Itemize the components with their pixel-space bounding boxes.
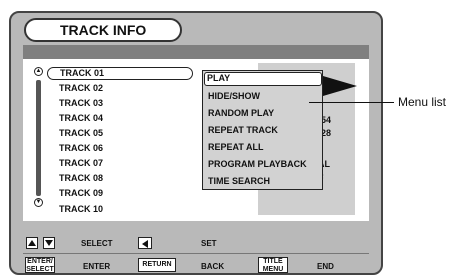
footer-controls: SELECT SET ENTER/ SELECT ENTER RETURN BA… [23,234,369,274]
menu-item-program-playback[interactable]: PROGRAM PLAYBACK [206,157,307,171]
menu-item-random-play[interactable]: RANDOM PLAY [206,106,274,120]
menu-item-hide-show[interactable]: HIDE/SHOW [206,89,260,103]
list-item[interactable]: TRACK 01 [47,67,193,80]
list-item[interactable]: TRACK 09 [47,187,103,200]
list-item[interactable]: TRACK 10 [47,203,103,216]
set-label: SET [201,239,217,248]
scroll-up-icon[interactable]: ▲ [34,67,43,76]
down-key[interactable] [43,237,55,249]
list-item[interactable]: TRACK 04 [47,112,103,125]
footer-divider [23,253,369,254]
callout-label: Menu list [398,95,447,109]
menu-list-popup: PLAY HIDE/SHOW RANDOM PLAY REPEAT TRACK … [202,70,323,190]
scroll-down-icon[interactable]: ▼ [34,198,43,207]
scrollbar[interactable] [36,80,41,196]
up-key[interactable] [26,237,38,249]
select-label: SELECT [81,239,113,248]
menu-item-time-search[interactable]: TIME SEARCH [206,174,270,188]
back-label: BACK [201,262,225,271]
menu-item-repeat-track[interactable]: REPEAT TRACK [206,123,278,137]
enter-select-key[interactable]: ENTER/ SELECT [25,257,55,273]
left-key[interactable] [138,237,152,249]
return-key[interactable]: RETURN [138,258,176,272]
callout-line [309,102,394,103]
menu-item-play[interactable]: PLAY [204,72,322,86]
list-item[interactable]: TRACK 05 [47,127,103,140]
up-arrow-icon [28,240,36,246]
page-title: TRACK INFO [24,18,182,42]
list-item[interactable]: TRACK 02 [47,82,103,95]
left-arrow-icon [142,240,148,248]
end-label: END [317,262,334,271]
list-item[interactable]: TRACK 06 [47,142,103,155]
title-menu-key[interactable]: TITLE MENU [258,257,288,273]
list-item[interactable]: TRACK 08 [47,172,103,185]
list-item[interactable]: TRACK 07 [47,157,103,170]
header-bar [23,45,369,59]
down-arrow-icon [45,240,53,246]
list-item[interactable]: TRACK 03 [47,97,103,110]
menu-item-repeat-all[interactable]: REPEAT ALL [206,140,264,154]
enter-label: ENTER [83,262,111,271]
pointer-arrow-icon [323,76,357,96]
